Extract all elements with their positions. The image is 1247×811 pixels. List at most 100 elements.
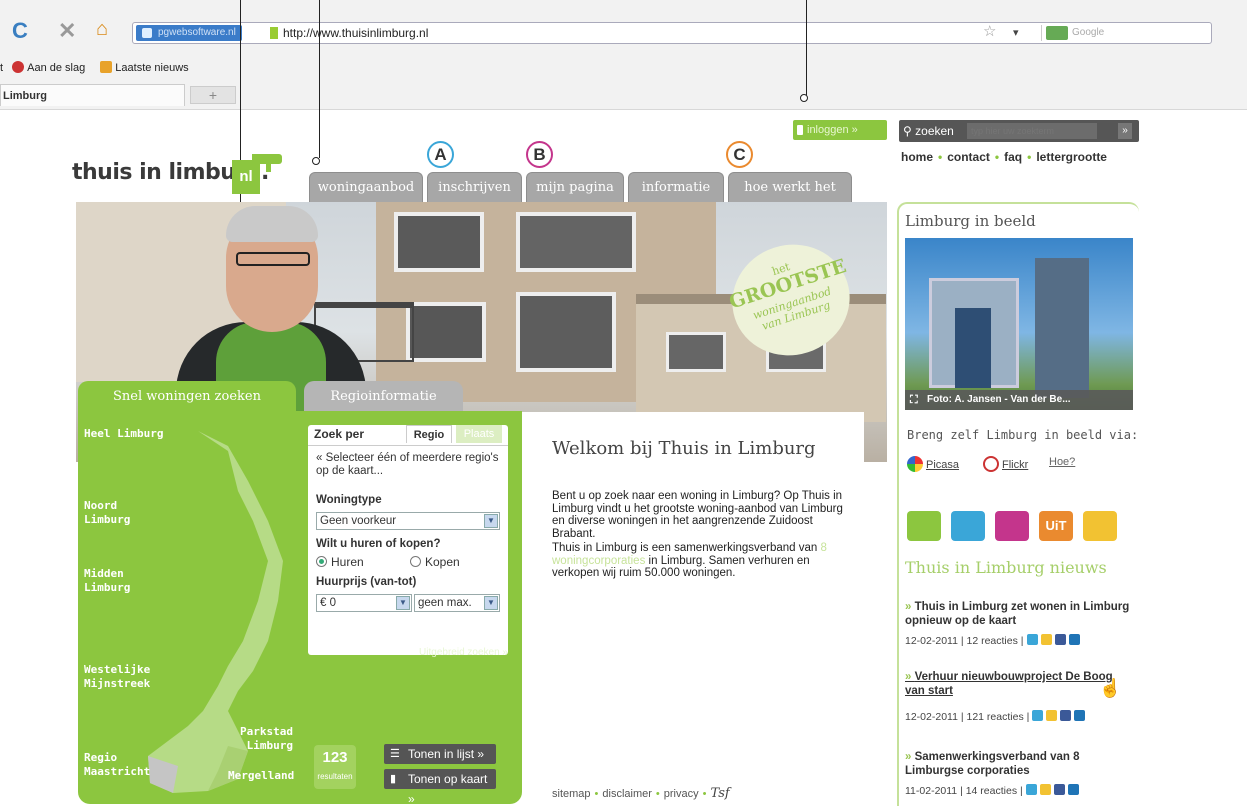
facebook-icon[interactable]	[1054, 634, 1066, 645]
tab-informatie[interactable]: informatie	[628, 172, 724, 202]
region-noord-limburg[interactable]: Noord Limburg	[84, 499, 130, 527]
search-engine-icon[interactable]	[1046, 26, 1068, 40]
flickr-link[interactable]: Flickr	[983, 456, 1028, 472]
key-bit	[266, 164, 271, 172]
news-item-title[interactable]: » Samenwerkingsverband van 8 Limburgse c…	[905, 750, 1131, 778]
tab-plaats[interactable]: Plaats	[456, 425, 502, 443]
region-map[interactable]: Heel Limburg Noord Limburg Midden Limbur…	[78, 411, 308, 804]
news-item-title[interactable]: » Thuis in Limburg zet wonen in Limburg …	[905, 600, 1131, 628]
category-tips-icon[interactable]	[1083, 511, 1117, 541]
address-bar[interactable]: pgwebsoftware.nl http://www.thuisinlimbu…	[132, 22, 1212, 44]
new-tab-button[interactable]: +	[190, 86, 236, 104]
welcome-text-part: Thuis in Limburg is een samenwerkingsver…	[552, 542, 818, 554]
marker-c: C	[726, 141, 753, 168]
photo-gate	[955, 308, 991, 388]
link-faq[interactable]: faq	[1004, 150, 1022, 164]
facebook-icon[interactable]	[1060, 710, 1072, 721]
breng-text: Breng zelf Limburg in beeld via:	[907, 428, 1139, 442]
link-home[interactable]: home	[901, 150, 933, 164]
news-item-meta: 12-02-2011 | 12 reacties |	[905, 634, 1080, 647]
category-news-icon[interactable]	[951, 511, 985, 541]
window	[516, 292, 616, 372]
logo-key-icon[interactable]: nl	[232, 148, 284, 196]
news-title: Thuis in Limburg nieuws	[905, 558, 1107, 577]
url-dropdown-icon[interactable]: ▾	[1013, 23, 1019, 43]
twitter-icon[interactable]	[1026, 634, 1038, 645]
reload-icon[interactable]: C	[12, 18, 28, 44]
chevron-down-icon[interactable]: ▼	[484, 596, 498, 610]
stop-icon[interactable]: ✕	[58, 18, 76, 44]
radio-on-icon[interactable]	[316, 556, 327, 567]
tonen-in-lijst-button[interactable]: ☰ Tonen in lijst »	[384, 744, 496, 764]
category-uit-icon[interactable]: UiT	[1039, 511, 1073, 541]
tab-regioinformatie[interactable]: Regioinformatie	[304, 381, 463, 412]
picasa-link[interactable]: Picasa	[907, 456, 959, 472]
linkedin-icon[interactable]	[1067, 784, 1079, 795]
link-privacy[interactable]: privacy	[664, 788, 699, 800]
woningtype-select[interactable]: Geen voorkeur ▼	[316, 512, 500, 530]
radio-huren[interactable]: Huren	[316, 555, 364, 569]
browser-tab[interactable]: Limburg	[0, 84, 185, 106]
link-lettergrootte[interactable]: lettergrootte	[1036, 150, 1107, 164]
prijs-min-select[interactable]: € 0 ▼	[316, 594, 412, 612]
link-sitemap[interactable]: sitemap	[552, 788, 591, 800]
region-westelijke-mijnstreek[interactable]: Westelijke Mijnstreek	[84, 663, 150, 691]
login-button[interactable]: inloggen »	[793, 120, 887, 140]
tab-hoe-werkt-het[interactable]: hoe werkt het	[728, 172, 852, 202]
url-text[interactable]: http://www.thuisinlimburg.nl	[283, 23, 428, 43]
chevron-down-icon[interactable]: ▼	[396, 596, 410, 610]
limburg-photo[interactable]: Foto: A. Jansen - Van der Be...	[905, 238, 1133, 410]
tab-inschrijven[interactable]: inschrijven	[427, 172, 522, 202]
right-column: Limburg in beeld Foto: A. Jansen - Van d…	[897, 202, 1139, 806]
category-move-icon[interactable]	[995, 511, 1029, 541]
marker-a: A	[427, 141, 454, 168]
region-parkstad-limburg[interactable]: Parkstad Limburg	[240, 725, 293, 753]
bookmark-star-icon[interactable]: ☆	[983, 22, 996, 42]
site-identity-badge[interactable]: pgwebsoftware.nl	[136, 25, 242, 41]
bookmark-icon	[12, 61, 25, 73]
designer-signature[interactable]: Tsf	[710, 786, 729, 801]
bookmark-laatste-nieuws[interactable]: Laatste nieuws	[100, 61, 194, 74]
separator: •	[655, 788, 660, 800]
email-icon[interactable]	[1039, 784, 1051, 795]
search-input[interactable]	[967, 123, 1097, 139]
radio-kopen[interactable]: Kopen	[410, 555, 460, 569]
tab-snel-woningen-zoeken[interactable]: Snel woningen zoeken	[78, 381, 296, 412]
separator: •	[1027, 150, 1032, 164]
news-title-text: Samenwerkingsverband van 8 Limburgse cor…	[905, 751, 1080, 777]
radio-off-icon[interactable]	[410, 556, 421, 567]
uitgebreid-zoeken-link[interactable]: Uitgebreid zoeken »	[308, 647, 508, 658]
linkedin-icon[interactable]	[1068, 634, 1080, 645]
search-submit-button[interactable]: »	[1118, 123, 1132, 139]
region-maastricht[interactable]: Regio Maastricht	[84, 751, 150, 779]
email-icon[interactable]	[1046, 710, 1058, 721]
bullet: »	[905, 671, 915, 683]
category-wonen-icon[interactable]	[907, 511, 941, 541]
tab-woningaanbod[interactable]: woningaanbod	[309, 172, 423, 202]
browser-search-box[interactable]: Google	[1041, 25, 1211, 41]
bookmark-partial[interactable]: t	[0, 62, 3, 74]
region-midden-limburg[interactable]: Midden Limburg	[84, 567, 130, 595]
prijs-max-select[interactable]: geen max. ▼	[414, 594, 500, 612]
facebook-icon[interactable]	[1053, 784, 1065, 795]
bookmark-aan-de-slag[interactable]: Aan de slag	[12, 61, 91, 74]
region-heel-limburg[interactable]: Heel Limburg	[84, 427, 163, 441]
tab-mijn-pagina[interactable]: mijn pagina	[526, 172, 624, 202]
region-mergelland[interactable]: Mergelland	[228, 769, 294, 783]
email-icon[interactable]	[1040, 634, 1052, 645]
hoe-link[interactable]: Hoe?	[1049, 456, 1075, 468]
link-contact[interactable]: contact	[947, 150, 990, 164]
browser-chrome: C ✕ ⌂ pgwebsoftware.nl http://www.thuisi…	[0, 0, 1247, 110]
search-panel: Heel Limburg Noord Limburg Midden Limbur…	[78, 411, 522, 806]
twitter-icon[interactable]	[1025, 784, 1037, 795]
news-item-title[interactable]: » Verhuur nieuwbouwproject De Boog van s…	[905, 670, 1131, 698]
home-icon[interactable]: ⌂	[96, 18, 108, 41]
flickr-icon	[983, 456, 999, 472]
linkedin-icon[interactable]	[1074, 710, 1086, 721]
separator: •	[594, 788, 599, 800]
chevron-down-icon[interactable]: ▼	[484, 514, 498, 528]
link-disclaimer[interactable]: disclaimer	[602, 788, 652, 800]
tonen-op-kaart-button[interactable]: ▮ Tonen op kaart »	[384, 769, 496, 806]
tab-regio[interactable]: Regio	[406, 425, 452, 443]
twitter-icon[interactable]	[1032, 710, 1044, 721]
